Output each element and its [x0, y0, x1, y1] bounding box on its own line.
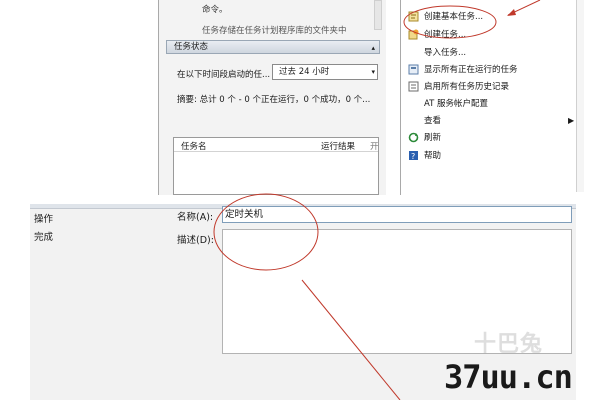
overview-scrollbar[interactable] [374, 0, 382, 30]
time-filter-value: 过去 24 小时 [279, 67, 330, 77]
action-create-task[interactable]: 创建任务... [408, 27, 466, 41]
collapse-arrow-icon[interactable]: ▴ [371, 42, 375, 54]
action-refresh[interactable]: 刷新 [408, 130, 441, 144]
action-show-running-tasks[interactable]: 显示所有正在运行的任务 [408, 62, 518, 76]
time-filter-label: 在以下时间段启动的任... [177, 70, 271, 80]
action-label: 查看 [424, 116, 442, 126]
create-basic-task-icon [408, 11, 419, 22]
column-header-run-result[interactable]: 运行结果 [321, 140, 355, 152]
action-help[interactable]: ? 帮助 [408, 148, 441, 162]
action-create-basic-task[interactable]: 创建基本任务... [408, 9, 483, 23]
action-view[interactable]: 查看 ▶ [408, 113, 574, 127]
overview-description-line2: 任务存储在任务计划程序库的文件夹中 [202, 26, 347, 36]
task-status-section-header[interactable]: 任务状态 ▴ [166, 40, 380, 54]
help-icon: ? [408, 150, 419, 161]
description-field-label: 描述(D): [177, 235, 214, 246]
watermark-logo: 十巴兔 [474, 332, 544, 357]
screenshot-divider [0, 196, 600, 200]
action-label: 创建任务... [424, 30, 467, 40]
watermark-site-text: 37uu.cn [444, 358, 573, 396]
svg-text:?: ? [411, 152, 415, 161]
create-task-icon [408, 29, 419, 40]
overview-description-line1: 命令。 [202, 5, 228, 15]
table-header: 任务名 运行结果 开 [174, 138, 379, 152]
action-label: 启用所有任务历史记录 [424, 82, 510, 92]
at-config-icon [408, 98, 419, 109]
refresh-icon [408, 132, 419, 143]
history-icon [408, 81, 419, 92]
action-label: 刷新 [424, 133, 442, 143]
task-status-title: 任务状态 [174, 42, 209, 52]
action-label: 导入任务... [424, 48, 467, 58]
name-field-label: 名称(A): [177, 212, 214, 223]
import-task-icon [408, 47, 419, 58]
action-label: 创建基本任务... [424, 12, 484, 22]
task-status-table[interactable]: 任务名 运行结果 开 [173, 137, 379, 195]
column-header-task-name[interactable]: 任务名 [181, 140, 207, 152]
column-header-start[interactable]: 开 [370, 140, 379, 152]
action-at-service-config[interactable]: AT 服务帐户配置 [408, 96, 488, 110]
running-tasks-icon [408, 64, 419, 75]
task-scheduler-top-panel: 命令。 任务存储在任务计划程序库的文件夹中 任务状态 ▴ 在以下时间段启动的任.… [0, 0, 600, 200]
action-import-task[interactable]: 导入任务... [408, 45, 466, 59]
view-icon [408, 115, 419, 126]
task-name-input[interactable]: 定时关机 [222, 206, 572, 223]
actions-scrollbar[interactable] [576, 0, 584, 192]
action-label: 显示所有正在运行的任务 [424, 65, 518, 75]
wizard-nav-action[interactable]: 操作 [34, 211, 53, 225]
time-filter-select[interactable]: 过去 24 小时 ▾ [272, 64, 378, 80]
chevron-down-icon[interactable]: ▾ [371, 65, 375, 79]
action-enable-history[interactable]: 启用所有任务历史记录 [408, 79, 509, 93]
task-summary-text: 摘要: 总计 0 个 - 0 个正在运行，0 个成功，0 个... [177, 95, 371, 105]
wizard-nav-finish[interactable]: 完成 [34, 229, 53, 243]
action-label: 帮助 [424, 151, 442, 161]
action-label: AT 服务帐户配置 [424, 99, 489, 109]
submenu-arrow-icon: ▶ [568, 115, 575, 125]
